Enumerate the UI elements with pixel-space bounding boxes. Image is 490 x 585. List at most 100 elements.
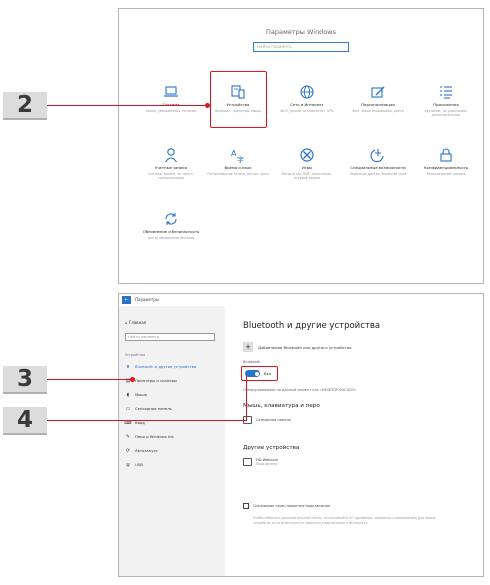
paint-icon (368, 84, 388, 100)
tile-desc: Удаление, по умолчанию, дополнительные (424, 108, 468, 117)
section-mouse-keyboard: Мышь, клавиатура и перо (243, 403, 320, 409)
tile-name: Время и язык (224, 165, 252, 170)
settings-sidebar: ⌂ Главная Найти параметр Устройства ʙ Bl… (119, 306, 225, 576)
windows-settings-screenshot: Параметры Windows Найти параметр Система… (118, 8, 484, 284)
devices-highlight-box (210, 71, 267, 128)
devices-main-panel: Bluetooth и другие устройства + Добавлен… (241, 306, 483, 576)
sidebar-item-label: Мышь (135, 392, 147, 397)
callout-line-3 (47, 379, 132, 381)
tile-name: Персонализация (361, 102, 395, 107)
page-title: Bluetooth и другие устройства (243, 321, 381, 331)
window-title: Параметры (135, 297, 159, 302)
checkbox-box[interactable] (243, 503, 249, 509)
tile-desc: Wi-Fi, режим «в самолете», VPN (280, 108, 334, 113)
devices-settings-screenshot: ← Параметры ⌂ Главная Найти параметр Уст… (118, 293, 484, 577)
tile-apps[interactable]: Приложения Удаление, по умолчанию, допол… (414, 84, 478, 117)
laptop-icon (161, 84, 181, 100)
tile-name: Сеть и Интернет (290, 102, 324, 107)
tile-desc: Распознавание голоса, регион, дата (207, 171, 269, 176)
tile-desc: Меню игры, DVR, трансляция, игровой режи… (281, 171, 333, 180)
callout-badge-4: 4 (3, 407, 47, 435)
sidebar-item-label: USB (135, 462, 143, 467)
add-device-button[interactable]: + Добавление Bluetooth или другого устро… (243, 342, 351, 352)
bluetooth-label: Bluetooth (243, 360, 261, 364)
pen-icon: ✎ (125, 434, 131, 440)
sidebar-item-label: Сенсорная панель (135, 406, 172, 411)
tile-name: Игры (301, 165, 313, 170)
device-name: Сенсорная панель (256, 418, 291, 422)
sidebar-item-touchpad[interactable]: ▭ Сенсорная панель (125, 404, 223, 414)
window-titlebar: ← Параметры (119, 294, 483, 306)
callout-line-4 (47, 420, 247, 422)
bluetooth-icon: ʙ (126, 364, 130, 370)
webcam-device-icon (243, 458, 252, 466)
tile-desc: Центр обновления Windows (147, 235, 195, 240)
sidebar-search-input[interactable]: Найти параметр (125, 333, 215, 341)
back-button[interactable]: ← (122, 296, 131, 304)
svg-text:字: 字 (237, 155, 244, 163)
section-other-devices: Другие устройства (243, 445, 300, 451)
plus-icon: + (243, 342, 253, 352)
tile-name: Учетные записи (155, 165, 187, 170)
apps-list-icon (436, 84, 456, 100)
sidebar-item-label: Bluetooth и другие устройства (135, 364, 197, 369)
sidebar-item-label: Перо и Windows Ink (135, 434, 174, 439)
checkbox-label: Скачивание через лимитные подключения (253, 504, 330, 508)
discoverable-text: Обнаруживаемое на данный момент как «DES… (243, 388, 356, 392)
tile-time-language[interactable]: A字 Время и язык Распознавание голоса, ре… (206, 147, 270, 176)
settings-search-input[interactable]: Найти параметр (253, 42, 349, 52)
metered-download-checkbox[interactable]: Скачивание через лимитные подключения (243, 503, 330, 509)
tile-privacy[interactable]: Конфиденциальность Расположение, камера (414, 147, 478, 176)
sidebar-item-pen[interactable]: ✎ Перо и Windows Ink (125, 432, 223, 442)
sidebar-item-autoplay[interactable]: ⟳ Автозапуск (125, 446, 223, 456)
tile-system[interactable]: Система Экран, уведомления, питание (139, 84, 203, 113)
settings-title: Параметры Windows (265, 28, 336, 36)
usb-icon: ψ (126, 462, 130, 468)
sidebar-item-usb[interactable]: ψ USB (125, 460, 223, 470)
callout-dot-3 (130, 377, 135, 382)
sidebar-item-label: Автозапуск (135, 448, 158, 453)
tile-personalization[interactable]: Персонализация Фон, экран блокировки, цв… (346, 84, 410, 113)
tile-desc: Расположение, камера (426, 171, 466, 176)
globe-icon (297, 84, 317, 100)
tile-desc: Фон, экран блокировки, цвета (352, 108, 404, 113)
tile-name: Конфиденциальность (423, 165, 469, 170)
mouse-icon: ◖ (126, 392, 130, 398)
touchpad-icon: ▭ (125, 406, 131, 412)
tile-network[interactable]: Сеть и Интернет Wi-Fi, режим «в самолете… (275, 84, 339, 113)
callout-badge-2: 2 (3, 92, 47, 120)
sidebar-item-printers[interactable]: ▤ Принтеры и сканеры (125, 376, 223, 386)
add-device-label: Добавление Bluetooth или другого устройс… (258, 344, 352, 350)
tile-name: Специальные возможности (350, 165, 406, 170)
callout-badge-3: 3 (3, 366, 47, 394)
lock-icon (436, 147, 456, 163)
callout-line-4-vertical (246, 376, 248, 421)
sidebar-item-mouse[interactable]: ◖ Мышь (125, 390, 223, 400)
metered-note: Чтобы избежать дополнительной платы, не … (253, 516, 436, 525)
tile-desc: Экран, уведомления, питание (145, 108, 197, 113)
xbox-icon (297, 147, 317, 163)
accessibility-icon (368, 147, 388, 163)
callout-dot-2 (205, 103, 210, 108)
autoplay-icon: ⟳ (125, 448, 131, 454)
sidebar-home-label: Главная (128, 320, 147, 325)
device-webcam[interactable]: HD Webcam Подключено (243, 458, 278, 466)
tile-name: Приложения (433, 102, 459, 107)
sidebar-item-bluetooth[interactable]: ʙ Bluetooth и другие устройства (125, 362, 223, 372)
tile-desc: Учетные записи, эл. почта, синхронизация (148, 171, 194, 180)
tile-update-security[interactable]: Обновление и безопасность Центр обновлен… (139, 211, 203, 240)
sidebar-group-label: Устройства (125, 353, 146, 357)
time-language-icon: A字 (228, 147, 248, 163)
device-status: Подключено (256, 462, 278, 466)
callout-line-2 (47, 105, 207, 107)
tile-accessibility[interactable]: Специальные возможности Экранный диктор,… (346, 147, 410, 176)
tile-desc: Экранный диктор, экранная лупа (349, 171, 407, 176)
person-icon (161, 147, 181, 163)
device-touchpad[interactable]: Сенсорная панель (243, 416, 291, 424)
tile-accounts[interactable]: Учетные записи Учетные записи, эл. почта… (139, 147, 203, 180)
update-icon (161, 211, 181, 227)
tile-gaming[interactable]: Игры Меню игры, DVR, трансляция, игровой… (275, 147, 339, 180)
sidebar-home[interactable]: ⌂ Главная (125, 320, 146, 325)
sidebar-item-label: Принтеры и сканеры (135, 378, 177, 383)
tile-name: Обновление и безопасность (142, 229, 200, 234)
